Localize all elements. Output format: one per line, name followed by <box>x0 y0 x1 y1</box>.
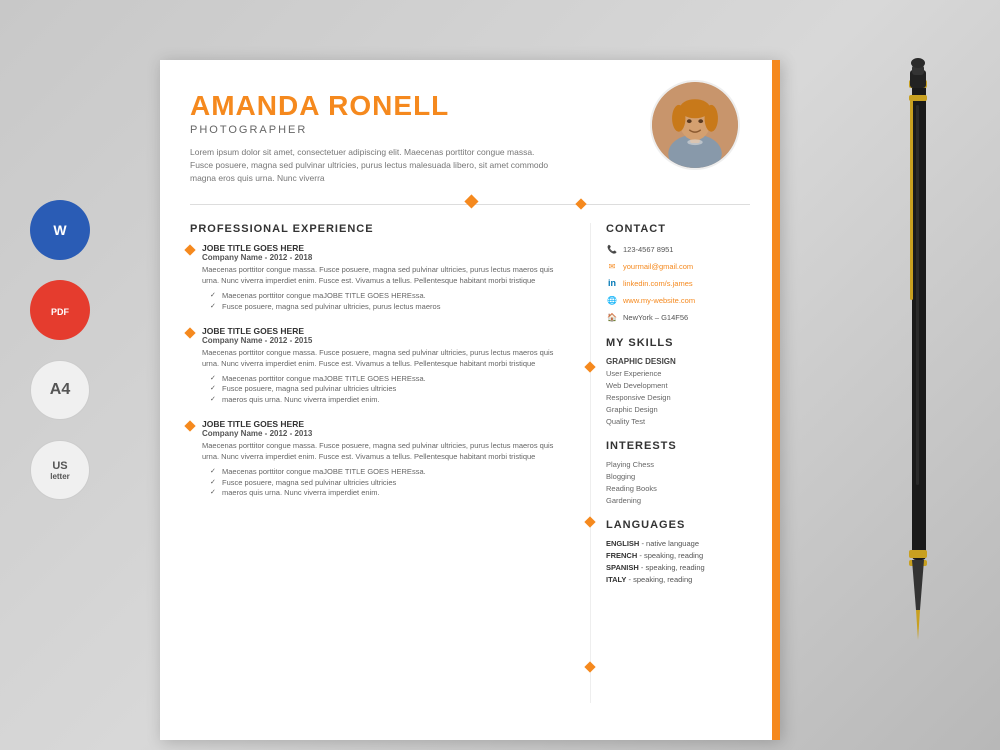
us-format-button[interactable]: US letter <box>30 440 90 500</box>
contact-email: ✉ yourmail@gmail.com <box>606 260 750 272</box>
resume-header: AMANDA RONELL PHOTOGRAPHER <box>160 60 780 199</box>
language-level-1: - native language <box>641 539 699 548</box>
bio-text: Lorem ipsum dolor sit amet, consectetuer… <box>190 146 550 184</box>
job-company-1: Company Name - 2012 - 2018 <box>202 253 570 262</box>
avatar <box>650 80 740 170</box>
job-bullet: Fusce posuere, magna sed pulvinar ultric… <box>210 302 570 313</box>
job-company-2: Company Name - 2012 - 2015 <box>202 336 570 345</box>
interest-item-1: Playing Chess <box>606 460 750 469</box>
job-title-3: JOBE TITLE GOES HERE <box>202 419 570 429</box>
job-entry-3: JOBE TITLE GOES HERE Company Name - 2012… <box>190 419 570 498</box>
interest-item-3: Reading Books <box>606 484 750 493</box>
skills-title: MY SKILLS <box>606 337 750 349</box>
resume-body: PROFESSIONAL EXPERIENCE JOBE TITLE GOES … <box>160 213 780 703</box>
job-entry-1: JOBE TITLE GOES HERE Company Name - 2012… <box>190 243 570 312</box>
job-bullet: maeros quis urna. Nunc viverra imperdiet… <box>210 395 570 406</box>
contact-website-text: www.my-website.com <box>623 296 695 305</box>
contact-title: CONTACT <box>606 223 750 235</box>
experience-section-title: PROFESSIONAL EXPERIENCE <box>190 223 570 235</box>
language-item-2: FRENCH - speaking, reading <box>606 551 750 560</box>
job-bullet: Fusce posuere, magna sed pulvinar ultric… <box>210 478 570 489</box>
globe-icon: 🌐 <box>606 294 618 306</box>
contact-phone: 📞 123-4567 8951 <box>606 243 750 255</box>
interest-item-4: Gardening <box>606 496 750 505</box>
interest-item-2: Blogging <box>606 472 750 481</box>
us-sublabel: letter <box>50 472 70 481</box>
language-level-2: - speaking, reading <box>639 551 703 560</box>
job-desc-1: Maecenas porttitor congue massa. Fusce p… <box>202 265 570 287</box>
left-column: PROFESSIONAL EXPERIENCE JOBE TITLE GOES … <box>160 223 590 703</box>
job-company-3: Company Name - 2012 - 2013 <box>202 429 570 438</box>
job-bullets-2: Maecenas porttitor congue maJOBE TITLE G… <box>202 374 570 406</box>
job-desc-2: Maecenas porttitor congue massa. Fusce p… <box>202 348 570 370</box>
skill-item-3: Web Development <box>606 381 750 390</box>
svg-text:W: W <box>53 222 67 238</box>
contact-phone-text: 123-4567 8951 <box>623 245 673 254</box>
job-desc-3: Maecenas porttitor congue massa. Fusce p… <box>202 441 570 463</box>
skills-section: MY SKILLS GRAPHIC DESIGN User Experience… <box>606 337 750 426</box>
job-title-1: JOBE TITLE GOES HERE <box>202 243 570 253</box>
job-diamond-3 <box>184 421 195 432</box>
contact-section: CONTACT 📞 123-4567 8951 ✉ yourmail@gmail… <box>606 223 750 323</box>
job-diamond-1 <box>184 245 195 256</box>
skill-item-4: Responsive Design <box>606 393 750 402</box>
job-bullet: maeros quis urna. Nunc viverra imperdiet… <box>210 488 570 499</box>
right-column: CONTACT 📞 123-4567 8951 ✉ yourmail@gmail… <box>590 223 780 703</box>
resume-paper: AMANDA RONELL PHOTOGRAPHER <box>160 60 780 740</box>
language-item-4: ITALY - speaking, reading <box>606 575 750 584</box>
email-icon: ✉ <box>606 260 618 272</box>
phone-icon: 📞 <box>606 243 618 255</box>
a4-label: A4 <box>50 381 70 399</box>
word-icon[interactable]: W <box>30 200 90 260</box>
skill-item-1: GRAPHIC DESIGN <box>606 357 750 366</box>
svg-text:PDF: PDF <box>51 307 70 317</box>
contact-address: 🏠 NewYork – G14F56 <box>606 311 750 323</box>
us-label: US <box>52 460 67 472</box>
job-diamond-2 <box>184 327 195 338</box>
languages-title: LANGUAGES <box>606 519 750 531</box>
language-item-1: ENGLISH - native language <box>606 539 750 548</box>
pdf-icon[interactable]: PDF <box>30 280 90 340</box>
contact-linkedin-text: linkedin.com/s.james <box>623 279 693 288</box>
interests-title: INTERESTS <box>606 440 750 452</box>
skill-item-6: Quality Test <box>606 417 750 426</box>
job-bullet: Maecenas porttitor congue maJOBE TITLE G… <box>210 291 570 302</box>
job-bullet: Fusce posuere, magna sed pulvinar ultric… <box>210 384 570 395</box>
job-bullets-3: Maecenas porttitor congue maJOBE TITLE G… <box>202 467 570 499</box>
contact-website: 🌐 www.my-website.com <box>606 294 750 306</box>
home-icon: 🏠 <box>606 311 618 323</box>
language-level-3: - speaking, reading <box>641 563 705 572</box>
job-title-2: JOBE TITLE GOES HERE <box>202 326 570 336</box>
skill-item-5: Graphic Design <box>606 405 750 414</box>
pen-decoration <box>890 50 945 675</box>
language-level-4: - speaking, reading <box>629 575 693 584</box>
contact-email-text: yourmail@gmail.com <box>623 262 693 271</box>
job-bullet: Maecenas porttitor congue maJOBE TITLE G… <box>210 467 570 478</box>
job-bullets-1: Maecenas porttitor congue maJOBE TITLE G… <box>202 291 570 312</box>
linkedin-icon: in <box>606 277 618 289</box>
job-bullet: Maecenas porttitor congue maJOBE TITLE G… <box>210 374 570 385</box>
skill-item-2: User Experience <box>606 369 750 378</box>
contact-address-text: NewYork – G14F56 <box>623 313 688 322</box>
contact-linkedin: in linkedin.com/s.james <box>606 277 750 289</box>
left-icons-panel: W PDF A4 US letter <box>30 200 90 500</box>
languages-section: LANGUAGES ENGLISH - native language FREN… <box>606 519 750 584</box>
language-item-3: SPANISH - speaking, reading <box>606 563 750 572</box>
a4-format-button[interactable]: A4 <box>30 360 90 420</box>
job-entry-2: JOBE TITLE GOES HERE Company Name - 2012… <box>190 326 570 405</box>
interests-section: INTERESTS Playing Chess Blogging Reading… <box>606 440 750 505</box>
